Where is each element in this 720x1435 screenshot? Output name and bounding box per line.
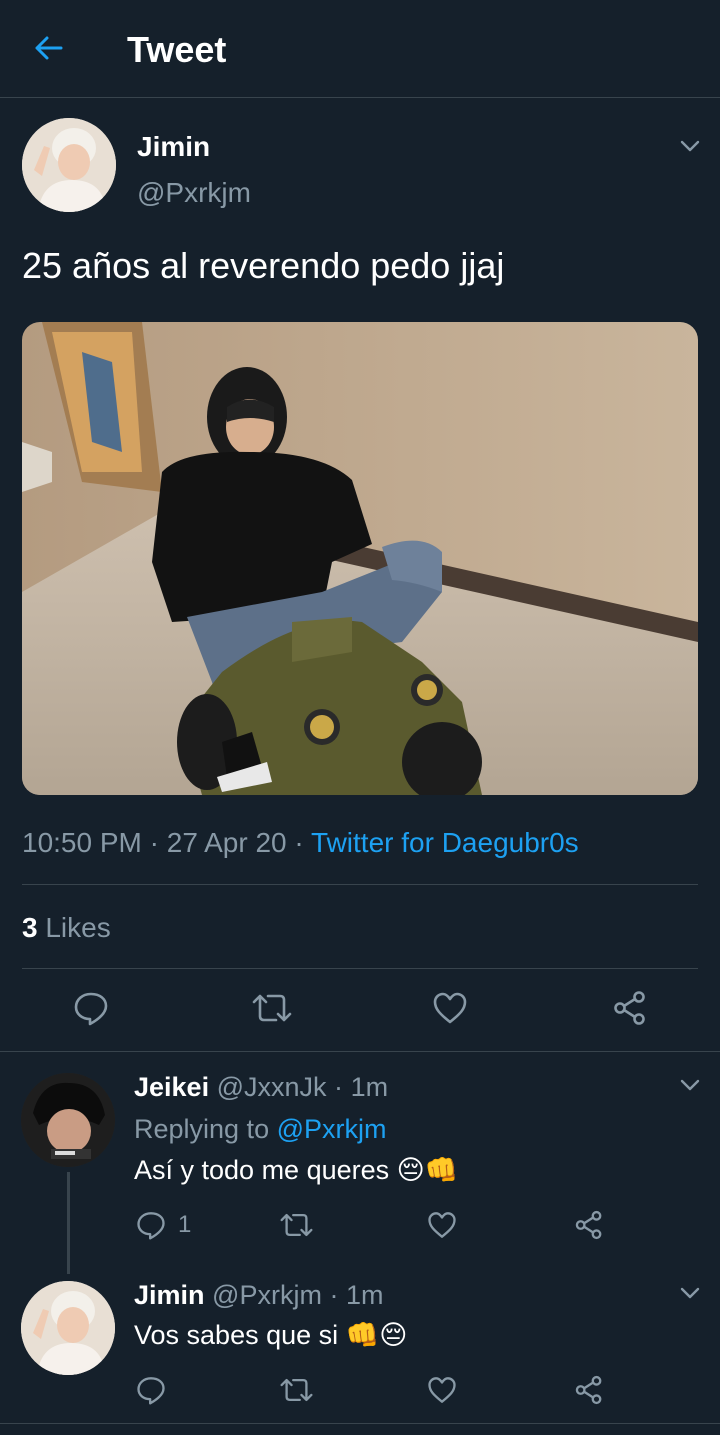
reply-header: Jimin @Pxrkjm · 1m	[134, 1279, 384, 1311]
page-title: Tweet	[127, 29, 227, 70]
reply-text: Así y todo me queres 😔👊	[134, 1155, 459, 1185]
divider	[0, 1051, 720, 1052]
tweet-date: 27 Apr 20	[166, 827, 287, 858]
divider	[22, 968, 698, 969]
tweet-photo[interactable]	[22, 322, 698, 795]
retweet-icon[interactable]	[252, 990, 292, 1026]
likes-count: 3	[22, 912, 38, 943]
replying-handle-link[interactable]: @Pxrkjm	[277, 1114, 387, 1144]
reply-avatar[interactable]	[21, 1073, 115, 1167]
likes-summary[interactable]: 3 Likes	[22, 911, 111, 945]
replying-prefix: Replying to	[134, 1114, 270, 1144]
reply-icon[interactable]	[136, 1375, 166, 1405]
like-icon[interactable]	[427, 1375, 457, 1405]
likes-label: Likes	[45, 912, 111, 943]
meta-separator: ·	[149, 827, 159, 858]
tweet-meta: 10:50 PM · 27 Apr 20 · Twitter for Daegu…	[22, 826, 579, 860]
share-icon[interactable]	[612, 990, 648, 1026]
reply-author-name[interactable]: Jimin	[134, 1280, 205, 1310]
reply-text: Vos sabes que si 👊😔	[134, 1320, 408, 1350]
reply-dot: ·	[334, 1072, 344, 1102]
tweet-source-link[interactable]: Twitter for Daegubr0s	[311, 827, 579, 858]
tweet-text: 25 años al reverendo pedo jjaj	[22, 245, 505, 286]
like-icon[interactable]	[432, 990, 468, 1026]
share-icon[interactable]	[574, 1210, 604, 1240]
reply-avatar[interactable]	[21, 1281, 115, 1375]
retweet-icon[interactable]	[280, 1375, 313, 1405]
back-arrow-icon[interactable]	[30, 30, 66, 66]
chevron-down-icon[interactable]	[678, 1073, 702, 1097]
share-icon[interactable]	[574, 1375, 604, 1405]
top-bar: Tweet	[0, 0, 720, 98]
like-icon[interactable]	[427, 1210, 457, 1240]
reply-icon[interactable]	[136, 1210, 166, 1240]
reply-header: Jeikei @JxxnJk · 1m	[134, 1071, 388, 1103]
reply-count: 1	[178, 1211, 192, 1238]
reply-time: 1m	[350, 1072, 389, 1102]
retweet-icon[interactable]	[280, 1210, 313, 1240]
author-name[interactable]: Jimin	[137, 131, 210, 163]
chevron-down-icon[interactable]	[678, 1281, 702, 1305]
meta-separator: ·	[294, 827, 304, 858]
divider	[22, 884, 698, 885]
reply-dot: ·	[329, 1280, 339, 1310]
tweet-time: 10:50 PM	[22, 827, 142, 858]
reply-author-name[interactable]: Jeikei	[134, 1072, 209, 1102]
reply-author-handle[interactable]: @Pxrkjm	[212, 1280, 322, 1310]
divider	[0, 1423, 720, 1424]
reply-author-handle[interactable]: @JxxnJk	[217, 1072, 327, 1102]
reply-time: 1m	[345, 1280, 384, 1310]
thread-line	[67, 1172, 70, 1274]
author-handle[interactable]: @Pxrkjm	[137, 177, 251, 209]
replying-to: Replying to @Pxrkjm	[134, 1113, 387, 1145]
chevron-down-icon[interactable]	[678, 134, 702, 158]
reply-icon[interactable]	[73, 990, 109, 1026]
author-avatar[interactable]	[22, 118, 116, 212]
